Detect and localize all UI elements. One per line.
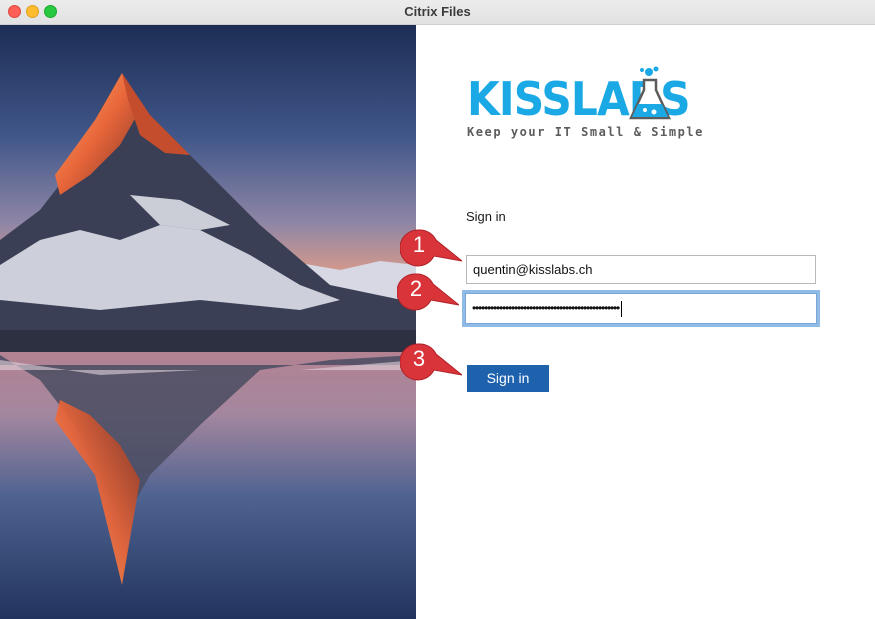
sign-in-heading: Sign in bbox=[466, 209, 506, 224]
callout-marker: 2 bbox=[397, 272, 459, 312]
callout-number: 1 bbox=[412, 232, 426, 257]
text-caret bbox=[621, 300, 623, 317]
callout-number: 2 bbox=[409, 276, 423, 301]
window-title: Citrix Files bbox=[404, 4, 471, 19]
logo-tagline: Keep your IT Small & Simple bbox=[467, 125, 704, 139]
email-field[interactable]: quentin@kisslabs.ch bbox=[466, 255, 816, 284]
callout-marker: 3 bbox=[400, 342, 462, 382]
callout-number: 3 bbox=[412, 346, 426, 371]
sign-in-button[interactable]: Sign in bbox=[467, 365, 549, 392]
mountain-lake-image bbox=[0, 25, 416, 619]
flask-icon bbox=[629, 66, 671, 120]
kisslabs-logo: KISSLABS Keep your IT Small & Simple bbox=[467, 66, 729, 144]
callout-marker: 1 bbox=[400, 228, 462, 268]
password-field[interactable]: ••••••••••••••••••••••••••••••••••••••••… bbox=[465, 293, 817, 324]
password-masked-value: ••••••••••••••••••••••••••••••••••••••••… bbox=[472, 301, 620, 315]
window-titlebar: Citrix Files bbox=[0, 0, 875, 25]
